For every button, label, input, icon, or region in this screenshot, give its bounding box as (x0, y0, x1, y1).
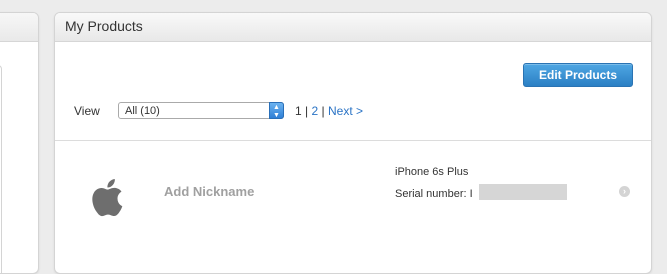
pager-separator: | (305, 104, 309, 118)
serial-redaction (479, 184, 567, 200)
add-nickname-link[interactable]: Add Nickname (164, 184, 254, 199)
left-panel (0, 12, 39, 274)
my-products-panel: My Products Edit Products View All (10) … (54, 12, 652, 274)
panel-title: My Products (55, 13, 651, 42)
product-model: iPhone 6s Plus (395, 166, 469, 178)
view-label: View (74, 104, 100, 118)
pager-separator: | (321, 104, 325, 118)
edit-products-button[interactable]: Edit Products (523, 63, 633, 87)
pagination: 1 | 2 | Next > (295, 104, 363, 118)
page-current: 1 (295, 104, 302, 118)
select-arrows-icon: ▲ ▼ (269, 102, 284, 119)
divider (55, 140, 651, 141)
view-select[interactable]: All (10) ▲ ▼ (118, 102, 284, 119)
apple-logo-icon (92, 179, 123, 217)
next-page-link[interactable]: Next > (328, 104, 363, 118)
page-2-link[interactable]: 2 (312, 104, 319, 118)
serial-number: Serial number: I (395, 188, 473, 200)
view-select-value: All (10) (125, 105, 160, 117)
left-panel-header (0, 13, 38, 42)
left-panel-inner-box (0, 65, 2, 273)
chevron-right-icon[interactable]: › (619, 186, 630, 197)
